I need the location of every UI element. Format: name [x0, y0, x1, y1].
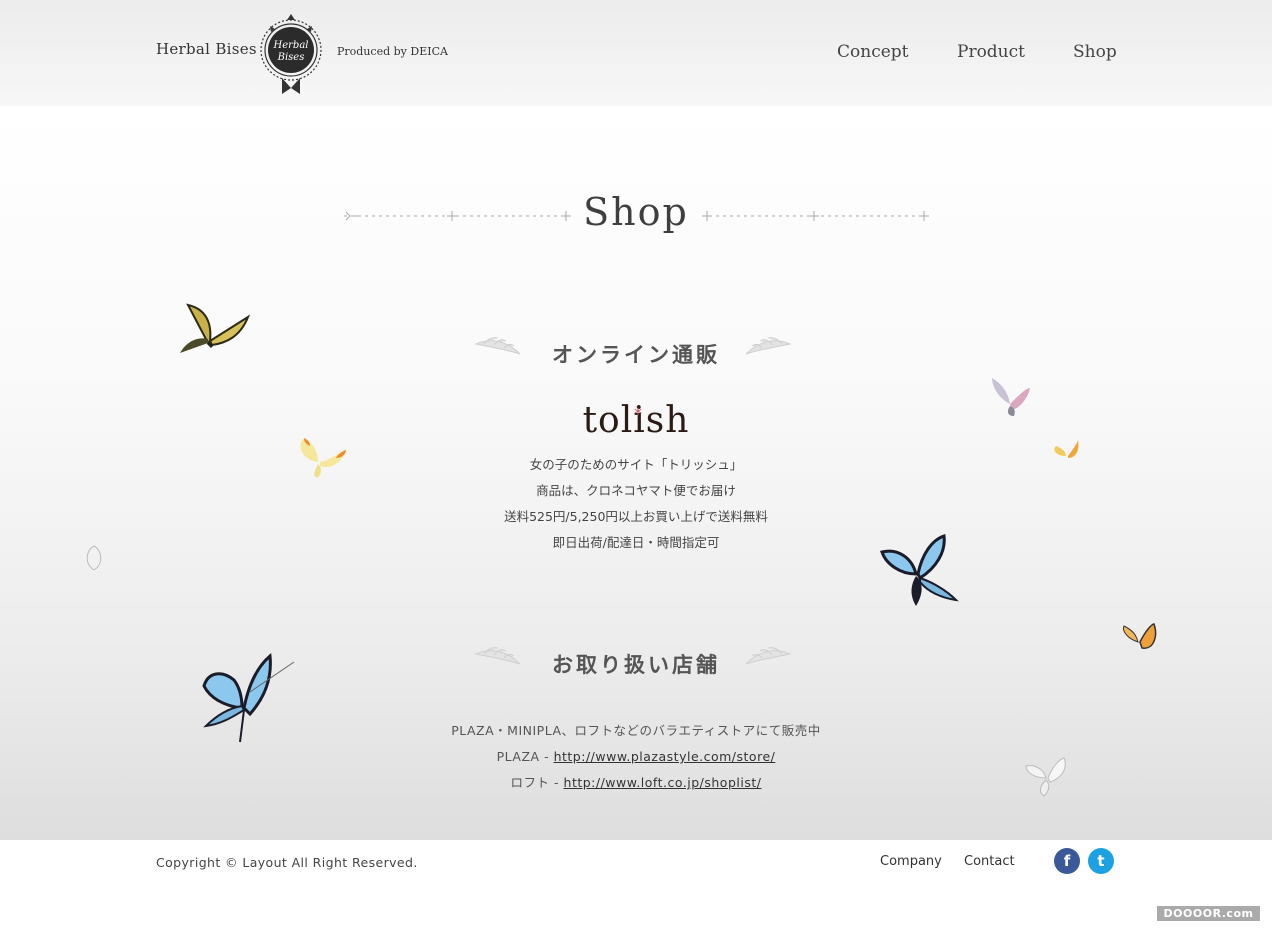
- store-row-loft: ロフト - http://www.loft.co.jp/shoplist/: [510, 775, 762, 790]
- online-info-line: 商品は、クロネコヤマト便でお届け: [536, 483, 736, 498]
- blue-morpho-butterfly-icon: [880, 534, 959, 606]
- facebook-icon[interactable]: f: [1054, 848, 1080, 874]
- emblem-text-2: Bises: [277, 52, 305, 63]
- loft-store-link[interactable]: http://www.loft.co.jp/shoplist/: [564, 775, 762, 790]
- white-butterfly-icon: [1025, 757, 1066, 797]
- main-content: Shop オンライン通販 tolish * 女の子のためのサイト「トリッシュ」 …: [0, 106, 1272, 840]
- copyright: Copyright © Layout All Right Reserved.: [156, 855, 418, 870]
- yellow-butterfly-icon: [300, 438, 346, 478]
- online-shop-info: 女の子のためのサイト「トリッシュ」 商品は、クロネコヤマト便でお届け 送料525…: [0, 452, 1272, 556]
- nav-shop[interactable]: Shop: [1073, 42, 1117, 62]
- produced-by-label: Produced by DEICA: [337, 45, 448, 58]
- brand-name[interactable]: Herbal Bises: [156, 40, 257, 58]
- site-header: Herbal Bises Herbal Bises Produced by DE…: [0, 0, 1272, 106]
- plaza-store-link[interactable]: http://www.plazastyle.com/store/: [554, 749, 776, 764]
- tolish-star-icon: *: [634, 404, 642, 423]
- large-blue-butterfly-icon: [202, 652, 295, 743]
- online-info-line: 送料525円/5,250円以上お買い上げで送料無料: [504, 509, 768, 524]
- store-name: ロフト: [510, 775, 550, 790]
- small-orange-butterfly-icon: [1054, 440, 1079, 458]
- store-name: PLAZA: [496, 749, 540, 764]
- footer-link-contact[interactable]: Contact: [964, 854, 1015, 869]
- page-title: Shop: [583, 190, 689, 234]
- store-row-plaza: PLAZA - http://www.plazastyle.com/store/: [496, 749, 776, 764]
- title-ornament-right: [702, 211, 930, 221]
- store-info: PLAZA・MINIPLA、ロフトなどのバラエティストアにて販売中 PLAZA …: [0, 718, 1272, 796]
- nav-concept[interactable]: Concept: [837, 42, 909, 62]
- laurel-right-icon: [745, 337, 792, 355]
- swallowtail-butterfly-icon: [180, 303, 250, 353]
- laurel-right-icon: [745, 647, 792, 665]
- store-intro: PLAZA・MINIPLA、ロフトなどのバラエティストアにて販売中: [451, 723, 821, 738]
- store-heading: お取り扱い店舗: [552, 652, 720, 677]
- brand-emblem-logo[interactable]: Herbal Bises: [258, 12, 324, 96]
- footer-link-company[interactable]: Company: [880, 854, 942, 869]
- orange-butterfly-icon: [1123, 623, 1157, 649]
- emblem-text-1: Herbal: [273, 40, 309, 51]
- online-info-line: 即日出荷/配達日・時間指定可: [552, 535, 720, 550]
- pink-butterfly-icon: [992, 378, 1030, 416]
- small-white-butterfly-icon: [86, 545, 102, 571]
- twitter-icon[interactable]: t: [1088, 848, 1114, 874]
- watermark: DOOOOR.com: [1157, 906, 1260, 921]
- site-footer: Copyright © Layout All Right Reserved. C…: [0, 840, 1272, 932]
- nav-product[interactable]: Product: [957, 42, 1025, 62]
